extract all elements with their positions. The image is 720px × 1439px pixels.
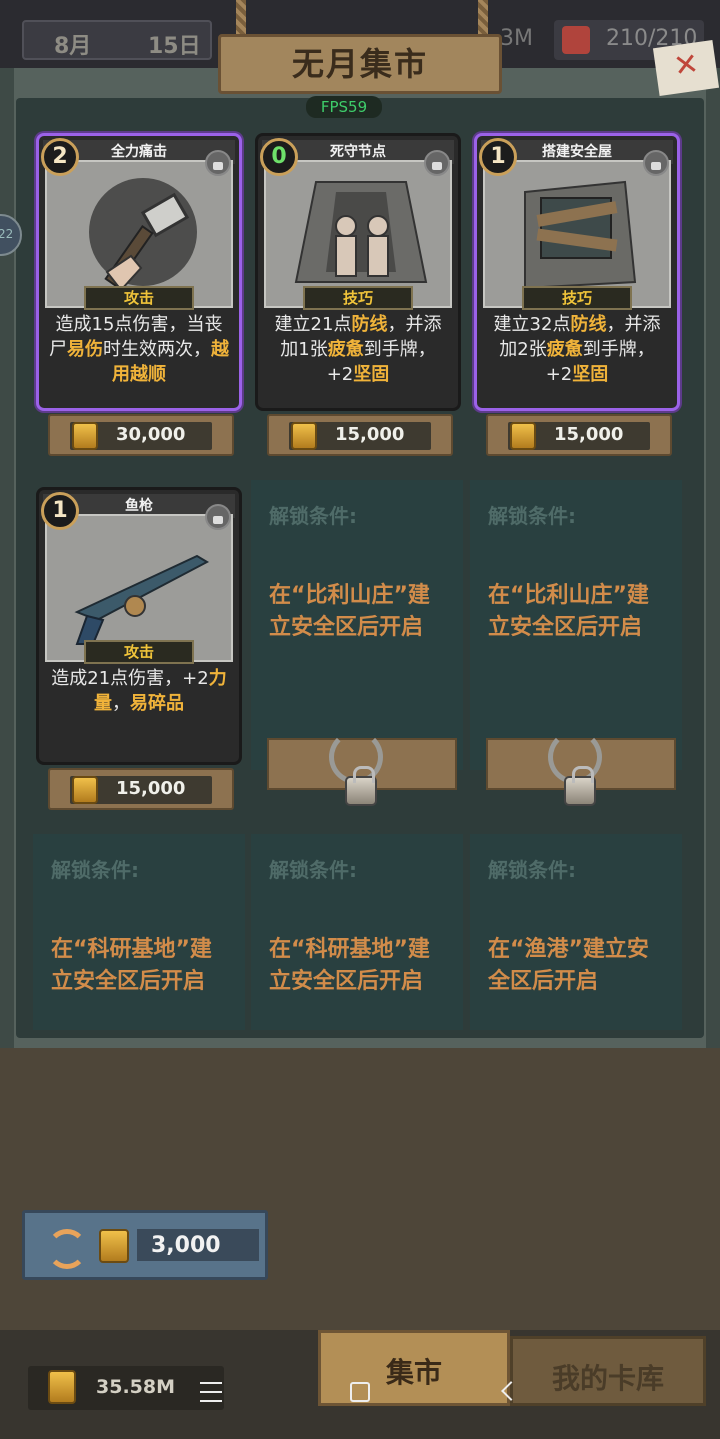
desc-text: 建立32点 [493, 314, 571, 335]
desc-keyword: 坚固 [353, 364, 390, 385]
month-label: 8月 [54, 34, 92, 59]
card-cost: 1 [41, 492, 79, 530]
locked-slot: 解锁条件: 在“科研基地”建立安全区后开启 [33, 834, 245, 1030]
padlock-icon [345, 766, 377, 806]
card-description: 建立21点防线，并添加1张疲惫到手牌，+2坚固 [268, 312, 448, 387]
card-build-safehouse[interactable]: 搭建安全屋 1 技巧 建立32点防线，并添加2张疲惫到手牌，+2坚固 [474, 133, 680, 411]
unlock-condition-title: 解锁条件: [269, 504, 357, 528]
card-description: 造成21点伤害，+2力量，易碎品 [49, 666, 229, 716]
card-cost: 1 [479, 138, 517, 176]
card-description: 造成15点伤害，当丧尸易伤时生效两次，越用越顺 [49, 312, 229, 387]
coin-can-icon [510, 422, 536, 450]
price-value: 15,000 [116, 778, 186, 799]
desc-keyword: 坚固 [572, 364, 609, 385]
desc-keyword: 易伤 [67, 339, 103, 360]
side-tab-label: 22 [0, 227, 14, 241]
unlock-icon [424, 150, 450, 176]
refresh-button[interactable]: 3,000 [22, 1210, 268, 1280]
unlock-condition-text: 在“比利山庄”建立安全区后开启 [488, 583, 649, 640]
card-hold-node[interactable]: 死守节点 0 技巧 建立21点防线，并添加1张疲惫到手牌，+2坚固 [255, 133, 461, 411]
price-value: 15,000 [554, 424, 624, 445]
unlock-condition-title: 解锁条件: [269, 858, 357, 882]
desc-keyword: 防线 [570, 314, 607, 335]
unlock-icon [205, 504, 231, 530]
money-value: 35.58M [96, 1376, 176, 1398]
unlock-condition-text: 在“科研基地”建立安全区后开启 [269, 937, 430, 994]
buy-price-button[interactable]: 30,000 [48, 414, 234, 456]
desc-text: 建立21点 [274, 314, 352, 335]
resource-value: 3M [500, 26, 533, 51]
tab-market-label: 集市 [385, 1356, 442, 1389]
desc-text: 造成21点伤害，+2 [51, 668, 209, 689]
locked-slot: 解锁条件: 在“渔港”建立安全区后开启 [470, 834, 682, 1030]
card-cost: 2 [41, 138, 79, 176]
unlock-condition-title: 解锁条件: [488, 504, 576, 528]
card-type: 技巧 [303, 286, 413, 310]
card-full-strike[interactable]: 全力痛击 2 攻击 造成15点伤害，当丧尸易伤时生效两次，越用越顺 [36, 133, 242, 411]
buy-price-button[interactable]: 15,000 [48, 768, 234, 810]
desc-keyword: 防线 [351, 314, 388, 335]
refresh-cost: 3,000 [151, 1233, 221, 1258]
locked-slot: 解锁条件: 在“比利山庄”建立安全区后开启 [251, 480, 463, 806]
desc-text: ， [112, 693, 130, 714]
tab-deck-label: 我的卡库 [551, 1362, 664, 1395]
close-icon: ✕ [671, 46, 702, 85]
money-display: 35.58M [28, 1366, 224, 1410]
buy-price-button[interactable]: 15,000 [486, 414, 672, 456]
heart-icon [562, 26, 590, 54]
page-title: 无月集市 [291, 45, 428, 83]
unlock-condition-title: 解锁条件: [488, 858, 576, 882]
coin-can-icon [291, 422, 317, 450]
unlock-icon [643, 150, 669, 176]
desc-text: 时生效两次， [103, 339, 211, 360]
coin-can-icon [99, 1229, 129, 1263]
unlock-condition-text: 在“渔港”建立安全区后开启 [488, 937, 649, 994]
date-display: 8月 15日 [22, 20, 212, 60]
card-speargun[interactable]: 鱼枪 1 攻击 造成21点伤害，+2力量，易碎品 [36, 487, 242, 765]
desc-keyword: 易碎品 [130, 693, 184, 714]
unlock-condition-text: 在“比利山庄”建立安全区后开启 [269, 583, 430, 640]
tab-market[interactable]: 集市 [318, 1330, 510, 1406]
nav-menu-icon[interactable] [200, 1382, 222, 1402]
unlock-icon [205, 150, 231, 176]
refresh-icon [47, 1229, 87, 1269]
card-cost: 0 [260, 138, 298, 176]
padlock-icon [564, 766, 596, 806]
coin-can-icon [72, 422, 98, 450]
desc-keyword: 疲惫 [327, 339, 364, 360]
coin-can-icon [48, 1370, 76, 1404]
tab-my-deck[interactable]: 我的卡库 [510, 1336, 706, 1406]
day-label: 15日 [148, 34, 201, 59]
close-button[interactable]: ✕ [652, 40, 720, 96]
card-type: 攻击 [84, 286, 194, 310]
title-board: 无月集市 [218, 34, 502, 94]
locked-slot: 解锁条件: 在“科研基地”建立安全区后开启 [251, 834, 463, 1030]
locked-slot: 解锁条件: 在“比利山庄”建立安全区后开启 [470, 480, 682, 806]
unlock-condition-text: 在“科研基地”建立安全区后开启 [51, 937, 212, 994]
price-value: 30,000 [116, 424, 186, 445]
fps-counter: FPS59 [306, 96, 382, 118]
card-type: 技巧 [522, 286, 632, 310]
card-type: 攻击 [84, 640, 194, 664]
buy-price-button[interactable]: 15,000 [267, 414, 453, 456]
unlock-condition-title: 解锁条件: [51, 858, 139, 882]
desc-keyword: 疲惫 [546, 339, 583, 360]
price-value: 15,000 [335, 424, 405, 445]
coin-can-icon [72, 776, 98, 804]
nav-home-icon[interactable] [350, 1382, 370, 1402]
card-description: 建立32点防线，并添加2张疲惫到手牌，+2坚固 [487, 312, 667, 387]
